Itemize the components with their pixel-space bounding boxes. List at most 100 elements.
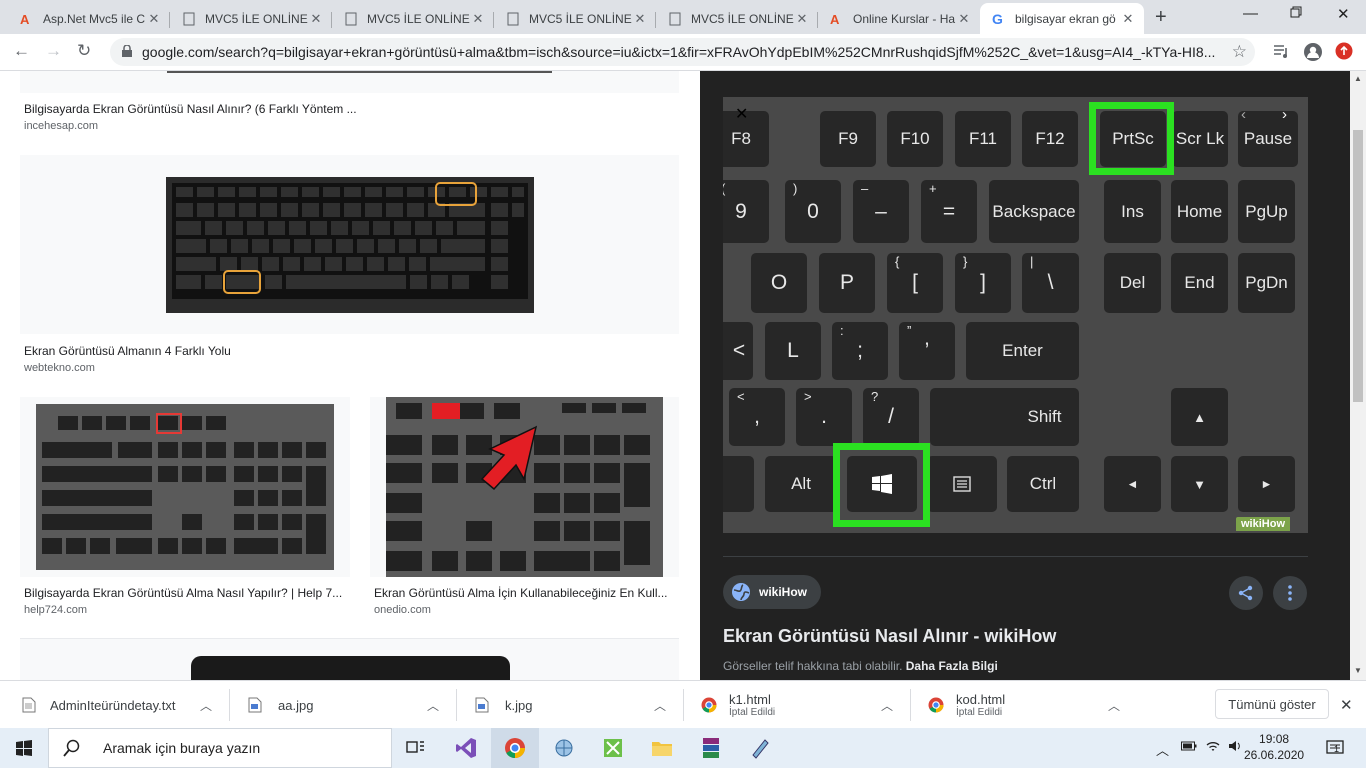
download-item[interactable]: k1.html İptal Edildi ︿ <box>684 681 911 729</box>
result-thumbnail <box>386 397 663 577</box>
tools-app-icon[interactable] <box>589 728 637 768</box>
show-all-downloads-button[interactable]: Tümünü göster <box>1215 689 1329 719</box>
tab-3[interactable]: MVC5 İLE ONLİNE ✕ <box>332 3 494 34</box>
visual-studio-icon[interactable] <box>442 728 490 768</box>
scrollbar-thumb[interactable] <box>1353 130 1363 402</box>
wifi-icon[interactable] <box>1206 740 1220 752</box>
download-item[interactable]: k.jpg ︿ <box>457 681 684 729</box>
close-preview-icon[interactable]: ✕ <box>735 104 751 124</box>
file-explorer-icon[interactable] <box>638 728 686 768</box>
close-tab-icon[interactable]: ✕ <box>632 11 648 27</box>
minimize-icon[interactable]: — <box>1243 5 1258 22</box>
key-label: End <box>1184 273 1215 292</box>
key-semicolon: :; <box>832 322 888 380</box>
next-image-icon[interactable]: › <box>1282 106 1287 123</box>
forward-icon[interactable]: → <box>45 41 62 61</box>
key-label: < <box>732 339 746 362</box>
key-p: P <box>819 253 875 313</box>
close-tab-icon[interactable]: ✕ <box>794 11 810 27</box>
close-tab-icon[interactable]: ✕ <box>146 11 162 27</box>
wikihow-watermark: wikiHow <box>1236 517 1291 531</box>
result-card[interactable] <box>20 155 679 334</box>
key-f11: F11 <box>955 111 1011 167</box>
new-tab-button[interactable]: + <box>1155 6 1167 29</box>
chevron-up-icon[interactable]: ︿ <box>1108 697 1120 714</box>
download-item[interactable]: AdminIteüründetay.txt ︿ <box>0 681 230 729</box>
scroll-up-icon[interactable]: ▲ <box>1354 74 1362 83</box>
tab-1[interactable]: A Asp.Net Mvc5 ile C ✕ <box>8 3 170 34</box>
result-card[interactable] <box>20 397 350 577</box>
key-pause: Pause <box>1238 111 1298 167</box>
key-f9: F9 <box>820 111 876 167</box>
chrome-taskbar-icon[interactable] <box>491 728 539 768</box>
tab-4[interactable]: MVC5 İLE ONLİNE ✕ <box>494 3 656 34</box>
key-label: F10 <box>900 129 930 148</box>
source-site-chip[interactable]: wikiHow <box>723 575 822 609</box>
tab-title: MVC5 İLE ONLİNE <box>205 11 308 26</box>
reload-icon[interactable]: ↻ <box>77 41 91 61</box>
key-shift-label: > <box>804 389 812 404</box>
more-options-button[interactable] <box>1273 576 1307 610</box>
image-results: Bilgisayarda Ekran Görüntüsü Nasıl Alını… <box>0 71 700 680</box>
tab-5[interactable]: MVC5 İLE ONLİNE ✕ <box>656 3 818 34</box>
notification-center-icon[interactable]: 1 <box>1326 740 1344 759</box>
close-tab-icon[interactable]: ✕ <box>956 11 972 27</box>
chevron-up-icon[interactable]: ︿ <box>200 697 212 714</box>
download-item[interactable]: aa.jpg ︿ <box>230 681 457 729</box>
download-item[interactable]: kod.html İptal Edildi ︿ <box>911 681 1138 729</box>
preview-image-keyboard[interactable]: F8 F9 F10 F11 F12 PrtSc Scr Lk Pause (9 … <box>723 97 1308 533</box>
close-tab-icon[interactable]: ✕ <box>470 11 486 27</box>
result-caption[interactable]: Bilgisayarda Ekran Görüntüsü Nasıl Alını… <box>24 102 674 116</box>
winrar-icon[interactable] <box>687 728 735 768</box>
start-button[interactable] <box>0 728 48 768</box>
key-pgdn: PgDn <box>1238 253 1295 313</box>
key-label: Ctrl <box>1029 474 1057 493</box>
result-caption[interactable]: Ekran Görüntüsü Alma İçin Kullanabileceğ… <box>374 586 677 600</box>
update-menu-icon[interactable] <box>1335 42 1353 60</box>
chevron-up-icon[interactable]: ︿ <box>881 697 893 714</box>
key-label: 0 <box>807 199 819 223</box>
previous-image-icon[interactable]: ‹ <box>1241 106 1246 123</box>
tab-6[interactable]: A Online Kurslar - Ha ✕ <box>818 3 980 34</box>
show-hidden-icons[interactable]: ︿ <box>1156 740 1169 759</box>
close-window-icon[interactable]: ✕ <box>1337 5 1350 23</box>
result-card[interactable] <box>20 638 679 680</box>
key-shift-label: } <box>963 254 968 269</box>
result-thumbnail <box>166 177 534 313</box>
address-bar[interactable]: google.com/search?q=bilgisayar+ekran+gör… <box>110 38 1255 66</box>
battery-icon[interactable] <box>1181 740 1197 752</box>
tab-2[interactable]: MVC5 İLE ONLİNE ✕ <box>170 3 332 34</box>
system-clock[interactable]: 19:08 26.06.2020 <box>1244 731 1304 763</box>
result-caption[interactable]: Ekran Görüntüsü Almanın 4 Farklı Yolu <box>24 344 674 358</box>
learn-more-link[interactable]: Daha Fazla Bilgi <box>906 659 998 673</box>
key-label: . <box>821 405 827 428</box>
back-icon[interactable]: ← <box>13 41 30 61</box>
scroll-down-icon[interactable]: ▼ <box>1354 666 1362 675</box>
close-downloads-icon[interactable]: ✕ <box>1340 681 1353 729</box>
chevron-up-icon[interactable]: ︿ <box>654 697 666 714</box>
volume-icon[interactable] <box>1228 740 1242 752</box>
key-label: PgDn <box>1245 273 1288 292</box>
key-label: ; <box>857 339 863 362</box>
chevron-up-icon[interactable]: ︿ <box>427 697 439 714</box>
tab-active[interactable]: G bilgisayar ekran gö ✕ <box>980 3 1144 34</box>
preview-title[interactable]: Ekran Görüntüsü Nasıl Alınır - wikiHow <box>723 626 1056 647</box>
result-card[interactable] <box>20 71 679 93</box>
result-source: incehesap.com <box>24 120 98 132</box>
restore-icon[interactable] <box>1290 5 1302 22</box>
page-scrollbar[interactable]: ▲ ▼ <box>1350 71 1366 680</box>
result-card[interactable] <box>370 397 679 577</box>
media-control-icon[interactable] <box>1272 42 1290 60</box>
close-tab-icon[interactable]: ✕ <box>1120 11 1136 27</box>
account-avatar-icon[interactable] <box>1303 42 1323 62</box>
svg-text:G: G <box>992 12 1003 26</box>
share-button[interactable] <box>1229 576 1263 610</box>
image-file-icon <box>248 697 262 713</box>
network-tool-icon[interactable] <box>540 728 588 768</box>
result-caption[interactable]: Bilgisayarda Ekran Görüntüsü Alma Nasıl … <box>24 586 349 600</box>
close-tab-icon[interactable]: ✕ <box>308 11 324 27</box>
bookmark-star-icon[interactable]: ☆ <box>1232 42 1247 62</box>
taskbar-search-box[interactable]: Aramak için buraya yazın <box>48 728 392 768</box>
task-view-icon[interactable] <box>392 728 440 768</box>
app-icon[interactable] <box>736 728 784 768</box>
